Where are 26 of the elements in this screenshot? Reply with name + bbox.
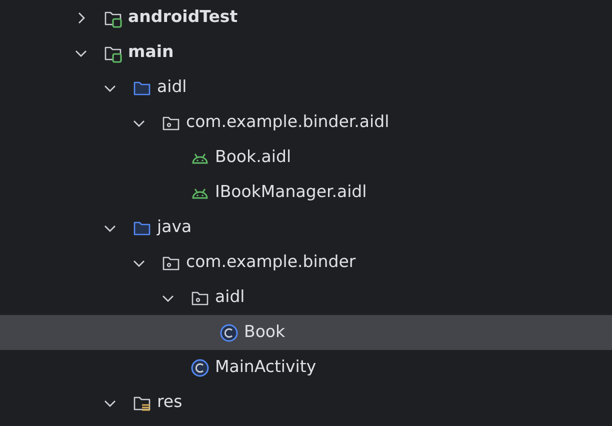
tree-item-label: aidl [157,79,187,96]
tree-row[interactable]: main [0,35,612,70]
tree-item-label: Book.aidl [215,149,292,166]
tree-row[interactable]: com.example.binder.aidl [0,105,612,140]
tree-row[interactable]: res [0,385,612,420]
class-icon [190,358,210,378]
tree-item-label: main [128,44,174,61]
tree-item-label: java [157,219,192,236]
tree-item-label: Book [244,324,286,341]
tree-item-label: MainActivity [215,359,316,376]
tree-row[interactable]: com.example.binder [0,245,612,280]
tree-row[interactable]: Book.aidl [0,140,612,175]
tree-item-label: IBookManager.aidl [215,184,367,201]
tree-item-label: com.example.binder [186,254,356,271]
tree-row[interactable]: aidl [0,280,612,315]
tree-row[interactable]: java [0,210,612,245]
tree-row[interactable]: IBookManager.aidl [0,175,612,210]
tree-item-label: com.example.binder.aidl [186,114,390,131]
tree-row[interactable]: Book [0,315,612,350]
tree-item-label: res [157,394,182,411]
tree-item-label: androidTest [128,9,238,26]
tree-row[interactable]: aidl [0,70,612,105]
class-icon [219,322,239,342]
tree-row[interactable]: androidTest [0,0,612,35]
tree-item-label: aidl [215,289,245,306]
tree-row[interactable]: MainActivity [0,350,612,385]
